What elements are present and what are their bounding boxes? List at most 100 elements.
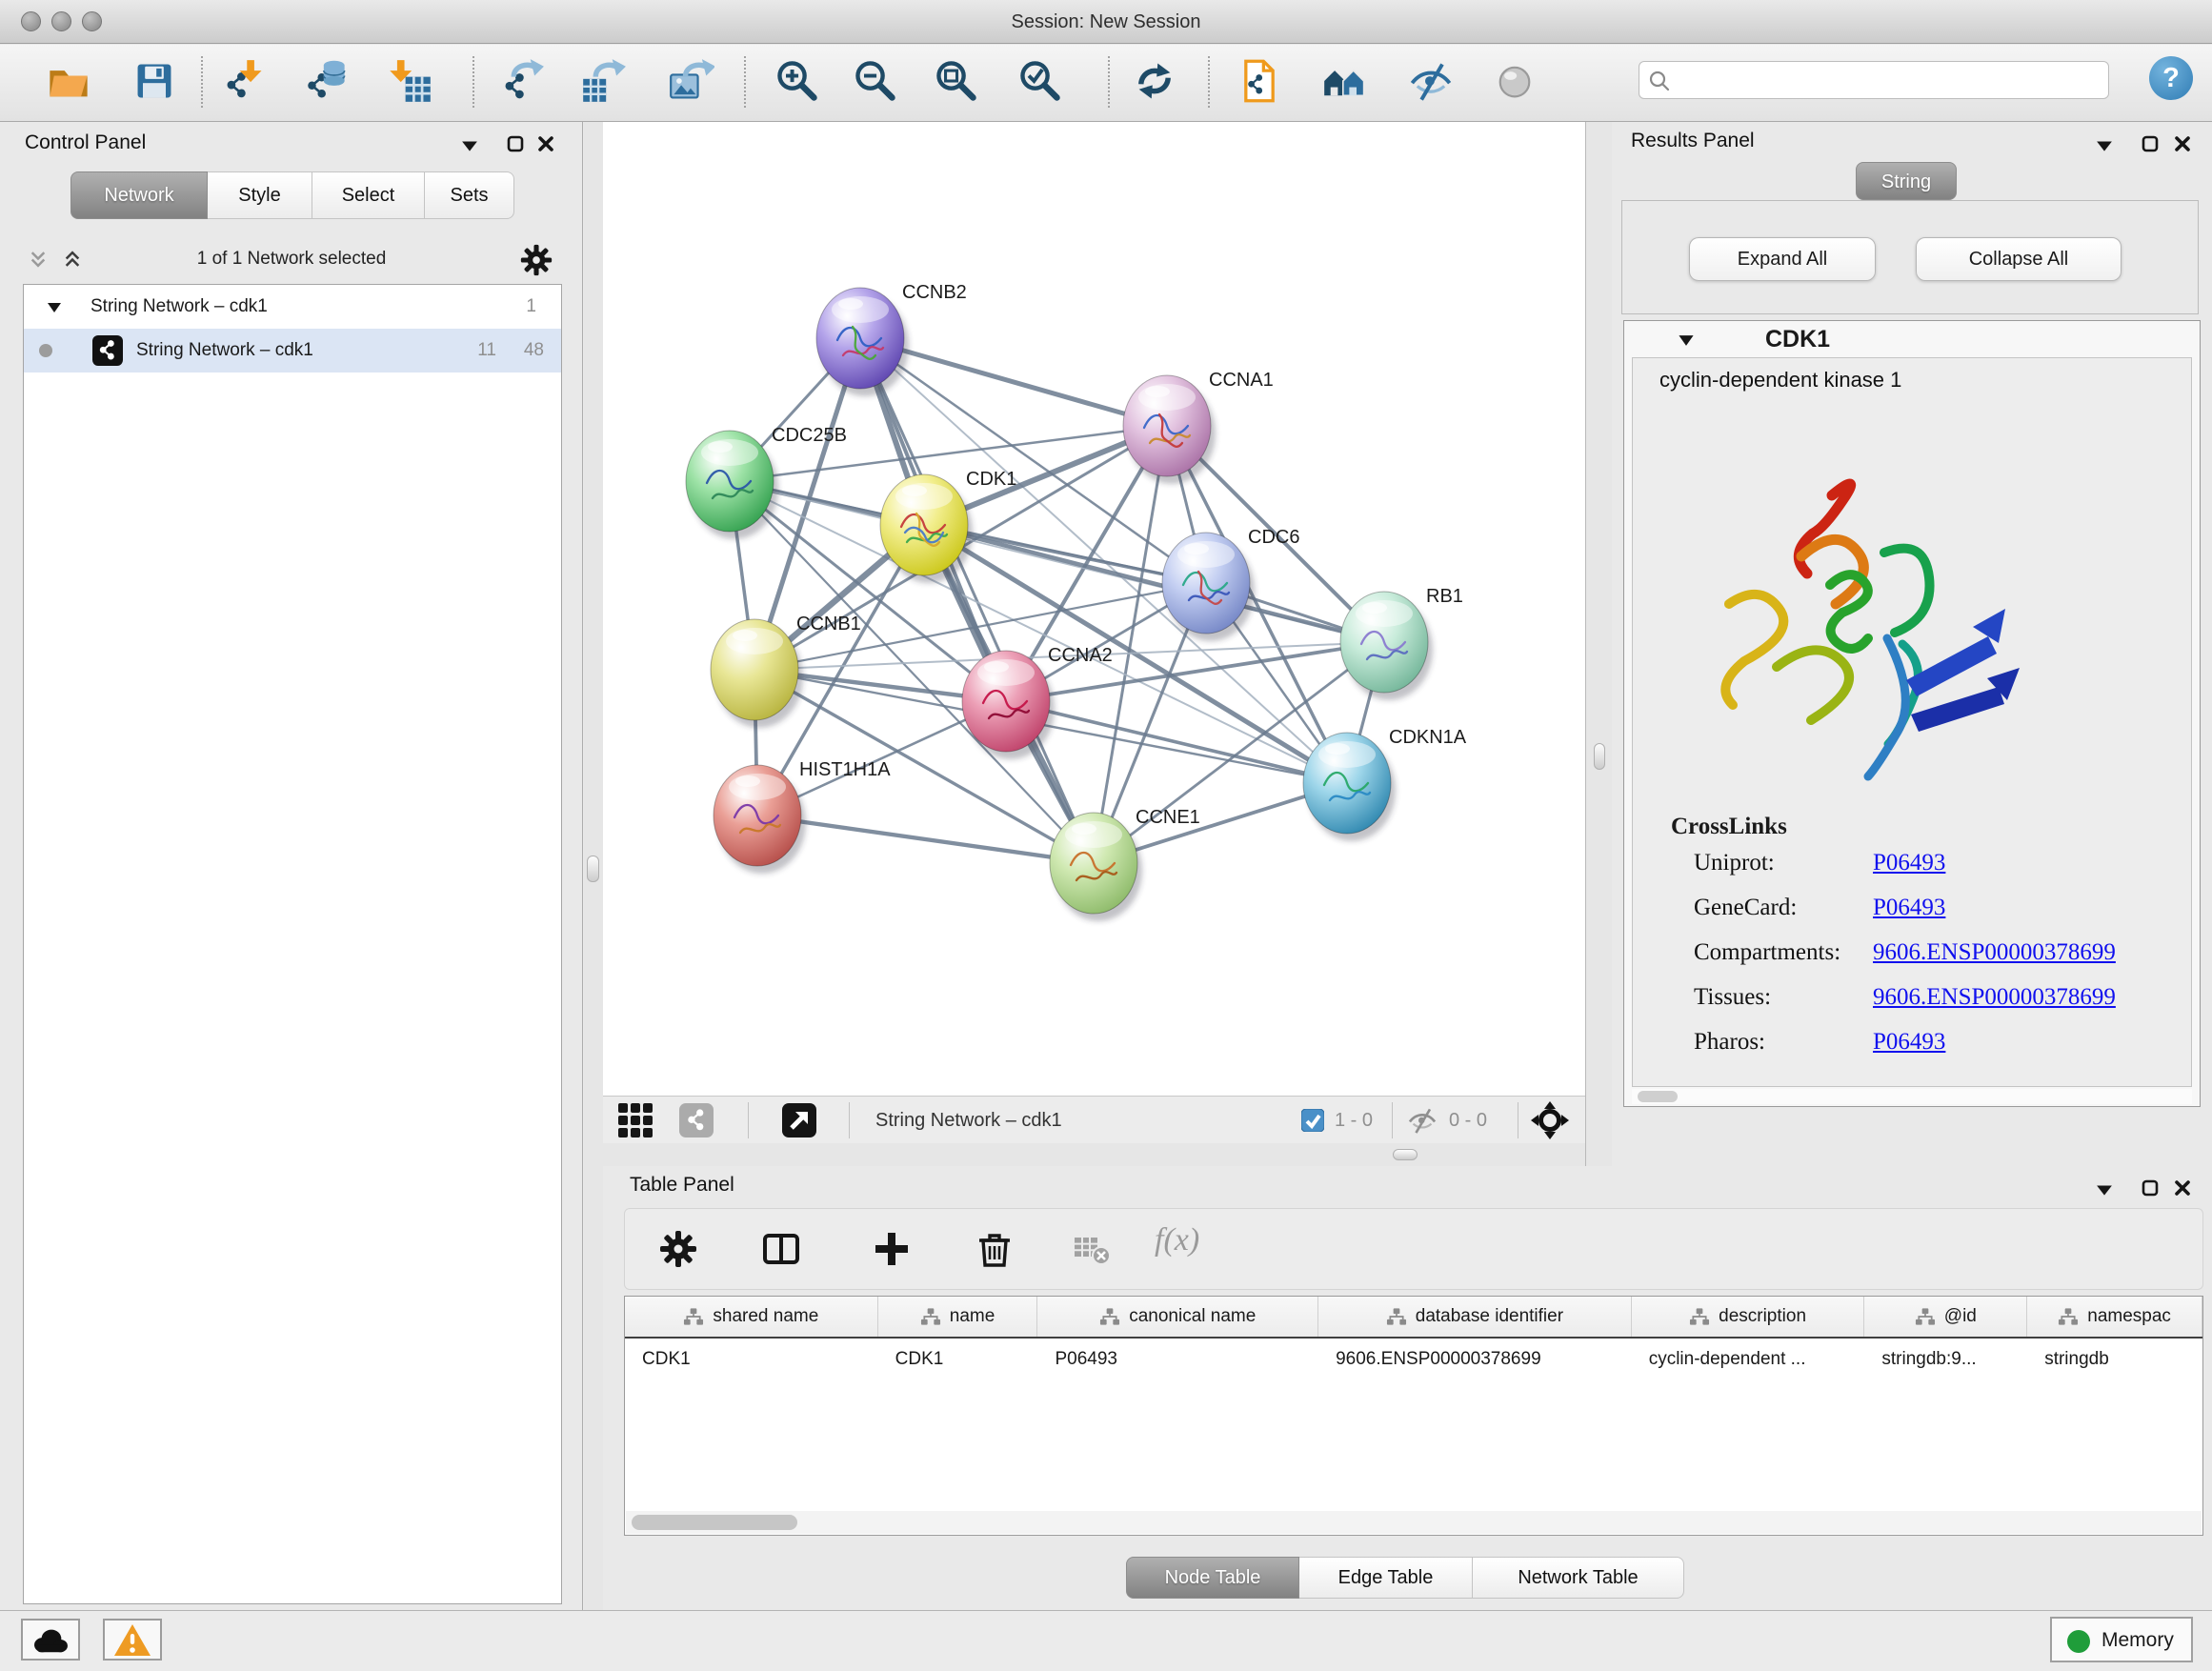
- birdseye-view-icon[interactable]: [1531, 1101, 1569, 1139]
- export-table-button[interactable]: [581, 58, 627, 104]
- network-view-canvas[interactable]: CCNB2CCNA1CDC25BCDK1CDC6RB1CCNB1CCNA2CDK…: [603, 122, 1585, 1096]
- apply-layout-button[interactable]: [1132, 58, 1177, 104]
- cloud-button[interactable]: [21, 1619, 80, 1661]
- crosslink-value-link[interactable]: 9606.ENSP00000378699: [1873, 984, 2116, 1011]
- column-header-database-identifier[interactable]: database identifier: [1318, 1297, 1632, 1337]
- memory-button[interactable]: Memory: [2050, 1617, 2193, 1662]
- table-cell[interactable]: CDK1: [625, 1349, 878, 1370]
- network-node-HIST1H1A[interactable]: HIST1H1A: [714, 759, 891, 874]
- open-in-new-window-icon[interactable]: [782, 1103, 816, 1137]
- crosslink-value-link[interactable]: P06493: [1873, 895, 1945, 921]
- table-scrollbar[interactable]: [626, 1511, 2202, 1534]
- tab-edge-table[interactable]: Edge Table: [1299, 1557, 1473, 1599]
- search-box[interactable]: [1639, 61, 2109, 99]
- splitter-handle[interactable]: [1393, 1149, 1418, 1160]
- network-options-gear-icon[interactable]: [520, 244, 553, 276]
- table-header-row[interactable]: shared namenamecanonical namedatabase id…: [625, 1297, 2202, 1339]
- column-header-canonical-name[interactable]: canonical name: [1037, 1297, 1318, 1337]
- hide-selected-button[interactable]: [1408, 58, 1454, 104]
- zoom-fit-button[interactable]: [934, 58, 979, 104]
- crosslink-value-link[interactable]: 9606.ENSP00000378699: [1873, 939, 2116, 966]
- panel-float-icon[interactable]: [2142, 135, 2159, 152]
- panel-close-icon[interactable]: [2174, 135, 2191, 152]
- tab-sets[interactable]: Sets: [425, 171, 514, 219]
- zoom-in-button[interactable]: [774, 58, 820, 104]
- column-header-namespac[interactable]: namespac: [2027, 1297, 2202, 1337]
- tab-node-table[interactable]: Node Table: [1126, 1557, 1299, 1599]
- import-network-from-database-button[interactable]: [303, 58, 349, 104]
- network-overview-button[interactable]: [1322, 58, 1368, 104]
- tab-string[interactable]: String: [1856, 162, 1957, 200]
- panel-float-icon[interactable]: [507, 135, 524, 152]
- tab-style[interactable]: Style: [208, 171, 312, 219]
- tree-expander-icon[interactable]: [47, 302, 62, 313]
- network-share-view-icon[interactable]: [679, 1103, 714, 1137]
- tab-select[interactable]: Select: [312, 171, 425, 219]
- export-network-button[interactable]: [499, 58, 545, 104]
- grid-view-icon[interactable]: [618, 1103, 653, 1137]
- network-row-selected[interactable]: String Network – cdk1 11 48: [24, 329, 561, 372]
- network-node-RB1[interactable]: RB1: [1340, 586, 1463, 700]
- panel-collapse-icon[interactable]: [2096, 139, 2113, 156]
- network-node-CCNB2[interactable]: CCNB2: [816, 282, 967, 396]
- network-node-CCNB1[interactable]: CCNB1: [711, 614, 861, 728]
- section-expander-icon[interactable]: [1678, 334, 1695, 347]
- save-session-button[interactable]: [131, 58, 177, 104]
- network-node-CCNA2[interactable]: CCNA2: [962, 645, 1113, 759]
- table-cell[interactable]: 9606.ENSP00000378699: [1318, 1349, 1632, 1370]
- network-edge[interactable]: [860, 338, 1094, 863]
- scrollbar-handle[interactable]: [1638, 1091, 1678, 1102]
- open-session-button[interactable]: [46, 58, 91, 104]
- delete-column-trash-icon[interactable]: [975, 1230, 1014, 1268]
- first-neighbors-button[interactable]: [1237, 58, 1282, 104]
- panel-close-icon[interactable]: [2174, 1179, 2191, 1197]
- crosslink-value-link[interactable]: P06493: [1873, 850, 1945, 876]
- import-network-from-file-button[interactable]: [221, 58, 267, 104]
- expand-all-button[interactable]: Expand All: [1689, 237, 1876, 281]
- panel-float-icon[interactable]: [2142, 1179, 2159, 1197]
- panel-collapse-icon[interactable]: [461, 139, 478, 156]
- zoom-out-button[interactable]: [853, 58, 898, 104]
- table-row[interactable]: CDK1CDK1P064939606.ENSP00000378699cyclin…: [625, 1339, 2202, 1380]
- tab-network-table[interactable]: Network Table: [1473, 1557, 1684, 1599]
- table-settings-gear-icon[interactable]: [659, 1230, 697, 1268]
- network-collection-row[interactable]: String Network – cdk1 1: [24, 285, 561, 329]
- crosslink-value-link[interactable]: P06493: [1873, 1029, 1945, 1056]
- scrollbar-handle[interactable]: [632, 1515, 797, 1530]
- column-header-@id[interactable]: @id: [1864, 1297, 2027, 1337]
- import-table-from-file-button[interactable]: [387, 58, 432, 104]
- splitter-handle[interactable]: [587, 856, 599, 882]
- warnings-button[interactable]: [103, 1619, 162, 1661]
- zoom-selected-button[interactable]: [1017, 58, 1063, 104]
- network-node-CCNE1[interactable]: CCNE1: [1050, 807, 1200, 921]
- splitter-handle[interactable]: [1594, 743, 1605, 770]
- table-cell[interactable]: stringdb:9...: [1864, 1349, 2027, 1370]
- control-panel-splitter[interactable]: [584, 122, 603, 1610]
- table-cell[interactable]: CDK1: [878, 1349, 1038, 1370]
- column-header-shared-name[interactable]: shared name: [625, 1297, 878, 1337]
- collapse-all-button[interactable]: Collapse All: [1916, 237, 2122, 281]
- network-edge[interactable]: [757, 815, 1094, 863]
- table-cell[interactable]: cyclin-dependent ...: [1632, 1349, 1865, 1370]
- column-header-description[interactable]: description: [1632, 1297, 1865, 1337]
- column-header-name[interactable]: name: [878, 1297, 1038, 1337]
- network-node-CDKN1A[interactable]: CDKN1A: [1303, 727, 1467, 841]
- panel-close-icon[interactable]: [537, 135, 554, 152]
- horizontal-splitter[interactable]: [603, 1143, 1585, 1166]
- table-cell[interactable]: stringdb: [2027, 1349, 2202, 1370]
- vertical-splitter[interactable]: [1585, 122, 1612, 1166]
- panel-collapse-icon[interactable]: [2096, 1183, 2113, 1200]
- add-column-icon[interactable]: [873, 1230, 911, 1268]
- tab-network[interactable]: Network: [70, 171, 208, 219]
- show-columns-icon[interactable]: [762, 1230, 800, 1268]
- results-scrollbar[interactable]: [1632, 1089, 2192, 1104]
- help-button[interactable]: ?: [2149, 56, 2193, 100]
- show-hidden-button[interactable]: [1492, 58, 1538, 104]
- export-image-button[interactable]: [669, 58, 714, 104]
- table-cell[interactable]: P06493: [1037, 1349, 1318, 1370]
- search-input[interactable]: [1676, 64, 2102, 96]
- network-node-CDC6[interactable]: CDC6: [1162, 527, 1299, 641]
- selected-checkbox-icon[interactable]: [1301, 1109, 1324, 1132]
- network-node-CCNA1[interactable]: CCNA1: [1123, 370, 1274, 484]
- network-edge[interactable]: [1006, 701, 1347, 783]
